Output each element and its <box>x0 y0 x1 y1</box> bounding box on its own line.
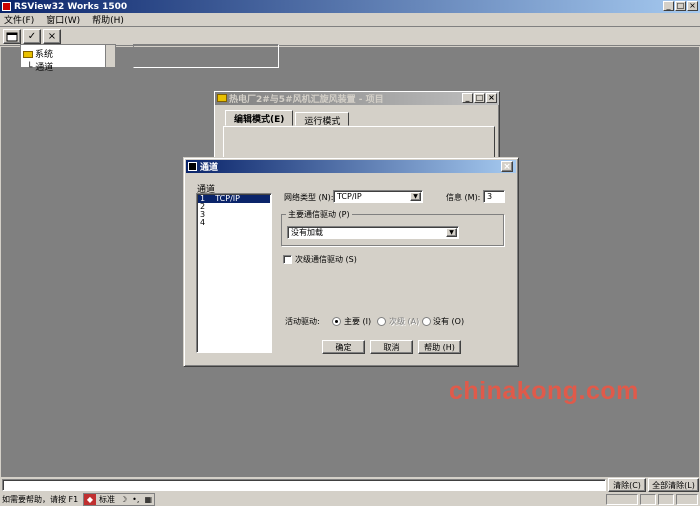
status-panel <box>676 494 698 505</box>
menu-help[interactable]: 帮助(H) <box>92 13 124 26</box>
app-title: RSView32 Works 1500 <box>14 1 128 12</box>
project-window-title: 热电厂2#与5#风机汇旋风装置 - 项目 <box>229 95 384 105</box>
channel-list[interactable]: 1 TCP/IP 2 3 4 <box>196 193 272 353</box>
clear-button[interactable]: 清除(C) <box>608 478 646 492</box>
list-item[interactable]: 1 TCP/IP <box>198 195 270 203</box>
info-label: 信息 (M): <box>446 193 481 202</box>
tree-item-channel[interactable]: └ 通道 <box>23 60 113 73</box>
command-bar: 清除(C) 全部清除(L) <box>0 478 700 493</box>
tree-item-system[interactable]: 系统 <box>23 47 113 60</box>
check-button[interactable]: ✓ <box>23 29 41 44</box>
project-maximize-button[interactable]: □ <box>474 93 485 103</box>
status-panel <box>658 494 674 505</box>
folder-icon <box>23 51 33 58</box>
menu-bar: 文件(F) 窗口(W) 帮助(H) <box>0 13 700 27</box>
menu-window[interactable]: 窗口(W) <box>46 13 80 26</box>
ime-keyboard-icon[interactable]: ▦ <box>142 494 154 505</box>
radio-none-label: 没有 (O) <box>433 317 465 326</box>
project-window-title-bar: 热电厂2#与5#风机汇旋风装置 - 项目 _ □ × <box>215 92 499 105</box>
tree-scrollbar[interactable] <box>105 45 115 67</box>
dialog-close-button[interactable]: × <box>501 161 513 172</box>
list-item[interactable]: 2 <box>198 203 270 211</box>
maximize-button[interactable]: □ <box>675 1 686 11</box>
status-bar: 如需要帮助，请按 F1 ◆ 标准 ☽ •, ▦ <box>0 493 700 506</box>
project-folder-icon <box>217 94 227 102</box>
project-minimize-button[interactable]: _ <box>462 93 473 103</box>
active-driver-label: 活动驱动: <box>285 317 320 326</box>
info-input[interactable]: 3 <box>483 190 505 203</box>
primary-driver-label: 主要通信驱动 (P) <box>286 209 352 220</box>
watermark: chinakong.com <box>449 377 639 405</box>
secondary-driver-checkbox[interactable] <box>283 255 292 264</box>
secondary-driver-label: 次级通信驱动 (S) <box>295 255 357 264</box>
app-icon <box>2 2 11 11</box>
list-item[interactable]: 3 <box>198 211 270 219</box>
radio-secondary-label: 次级 (A) <box>389 317 420 326</box>
dialog-title: 通道 <box>200 163 219 173</box>
network-type-label: 网络类型 (N): <box>284 193 334 202</box>
project-button[interactable] <box>3 29 21 44</box>
tab-edit-mode[interactable]: 编辑模式(E) <box>225 110 294 126</box>
close-button[interactable]: × <box>687 1 698 11</box>
dialog-title-bar: 通道 × <box>186 160 516 173</box>
radio-none[interactable] <box>422 317 431 326</box>
app-title-bar: RSView32 Works 1500 _ □ × <box>0 0 700 13</box>
project-window: 热电厂2#与5#风机汇旋风装置 - 项目 _ □ × 编辑模式(E) 运行模式 <box>214 91 500 161</box>
primary-driver-select[interactable]: 没有加载 ▼ <box>287 226 459 239</box>
status-panel <box>606 494 638 505</box>
ime-punct-icon[interactable]: •, <box>130 494 141 505</box>
status-text: 如需要帮助，请按 F1 <box>2 495 79 504</box>
dialog-icon <box>188 162 197 171</box>
project-right-pane <box>133 44 279 68</box>
cancel-toolbar-button[interactable]: × <box>43 29 61 44</box>
tab-run-mode[interactable]: 运行模式 <box>295 112 350 127</box>
cancel-button[interactable]: 取消 <box>370 340 413 354</box>
project-tree[interactable]: 系统 └ 通道 <box>20 44 116 73</box>
ime-toolbar[interactable]: ◆ 标准 ☽ •, ▦ <box>83 493 155 506</box>
menu-file[interactable]: 文件(F) <box>4 13 34 26</box>
chevron-down-icon[interactable]: ▼ <box>446 228 457 237</box>
status-panel <box>640 494 656 505</box>
network-type-select[interactable]: TCP/IP ▼ <box>333 190 423 203</box>
list-item[interactable]: 4 <box>198 219 270 227</box>
clear-all-button[interactable]: 全部清除(L) <box>648 478 699 492</box>
chevron-down-icon[interactable]: ▼ <box>410 192 421 201</box>
minimize-button[interactable]: _ <box>663 1 674 11</box>
ime-logo-icon[interactable]: ◆ <box>84 494 96 505</box>
radio-primary-label: 主要 (I) <box>344 317 372 326</box>
help-button[interactable]: 帮助 (H) <box>418 340 461 354</box>
radio-secondary[interactable] <box>377 317 386 326</box>
command-input[interactable] <box>2 479 606 491</box>
radio-primary[interactable] <box>332 317 341 326</box>
ime-mode[interactable]: 标准 <box>97 494 117 505</box>
ime-moon-icon[interactable]: ☽ <box>118 494 129 505</box>
project-body <box>223 126 495 160</box>
project-icon <box>6 32 18 41</box>
ok-button[interactable]: 确定 <box>322 340 365 354</box>
project-close-button[interactable]: × <box>486 93 497 103</box>
